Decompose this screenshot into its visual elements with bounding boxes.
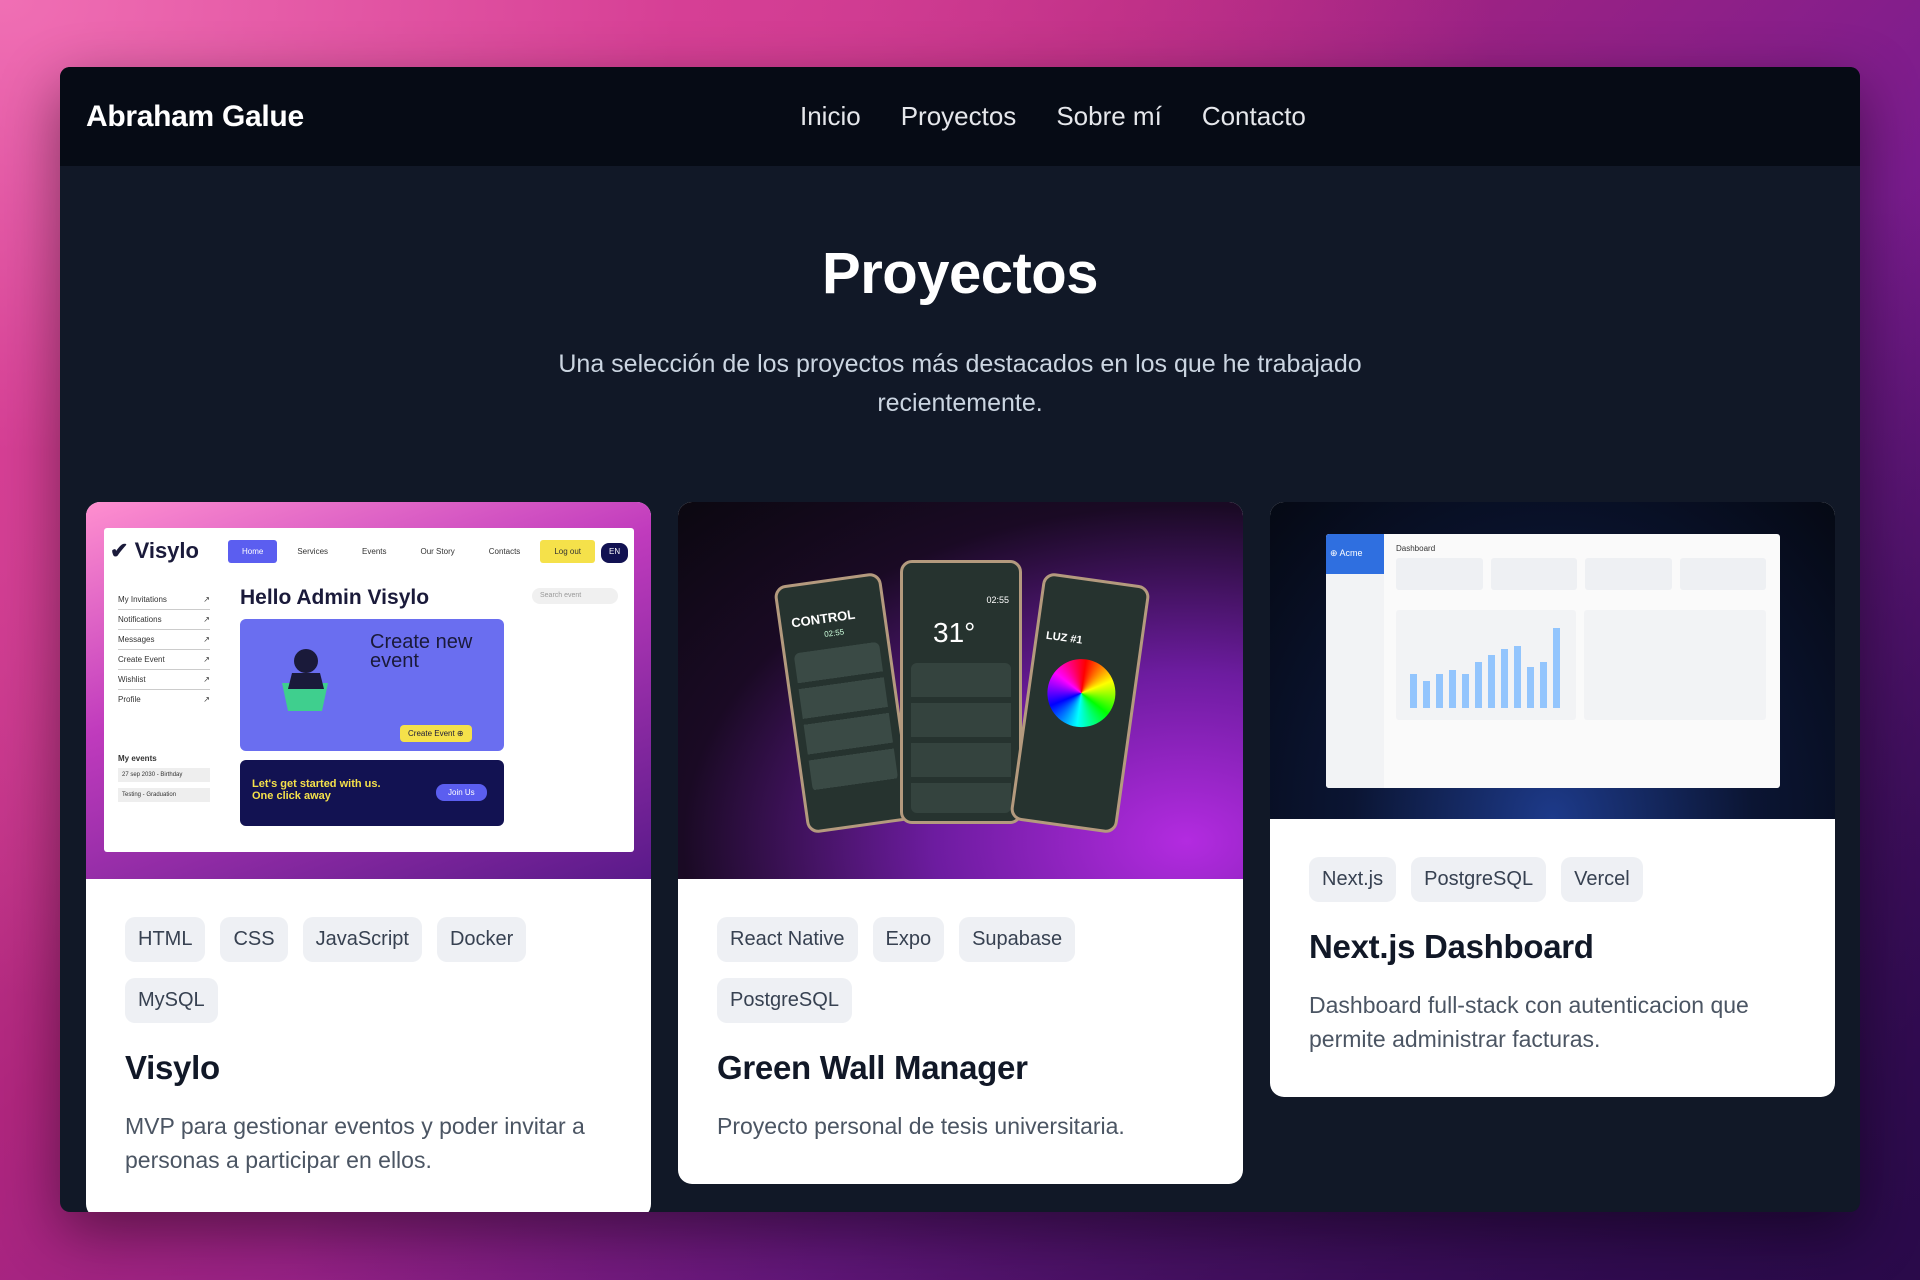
visylo-sidebar: My Invitations ↗ Notifications ↗ Messages ↗… — [118, 590, 210, 802]
tech-tag: Vercel — [1561, 857, 1643, 902]
phone-mockup-left: CONTROL 02:55 — [773, 571, 915, 835]
visylo-sidebar-item: Profile ↗ — [118, 695, 210, 704]
nav-link-contacto[interactable]: Contacto — [1202, 101, 1306, 132]
tech-tag: MySQL — [125, 978, 218, 1023]
phone-mockup-center: 02:55 31° — [900, 560, 1022, 824]
tech-tag: Docker — [436, 917, 527, 962]
page-title: Proyectos — [822, 241, 1098, 306]
project-cards: ✔ Visylo Home Services Events Our Story … — [86, 502, 1835, 1212]
visylo-create-button: Create Event ⊕ — [400, 725, 472, 742]
tech-tag: JavaScript — [302, 917, 422, 962]
dashboard-bar — [1423, 680, 1430, 708]
tech-tag: React Native — [717, 917, 858, 962]
tag-list: React Native Expo Supabase PostgreSQL — [717, 917, 1204, 1023]
tech-tag: Expo — [872, 917, 945, 962]
visylo-screenshot: ✔ Visylo Home Services Events Our Story … — [104, 528, 634, 852]
project-image-dashboard: ⊕ Acme Dashboard — [1270, 502, 1835, 819]
visylo-banner-text: Let's get started with us. One click awa… — [252, 778, 381, 802]
brand-logo[interactable]: Abraham Galue — [86, 100, 304, 134]
visylo-search: Search event — [532, 588, 618, 604]
visylo-nav-item: Contacts — [488, 547, 521, 556]
tag-list: Next.js PostgreSQL Vercel — [1309, 857, 1796, 902]
dashboard-latest-invoices — [1584, 610, 1766, 720]
project-title[interactable]: Visylo — [125, 1049, 612, 1087]
project-title[interactable]: Next.js Dashboard — [1309, 928, 1796, 966]
dashboard-bar — [1540, 662, 1547, 708]
dashboard-bar — [1501, 648, 1508, 708]
project-description: Proyecto personal de tesis universitaria… — [717, 1113, 1125, 1139]
visylo-create-title: Create new event — [370, 631, 473, 672]
visylo-greeting: Hello Admin Visylo — [240, 586, 430, 609]
project-card-green-wall[interactable]: CONTROL 02:55 02:55 31° LUZ #1 React Nat… — [678, 502, 1243, 1184]
visylo-sidebar-item: Wishlist ↗ — [118, 670, 210, 690]
visylo-my-events: My events — [118, 754, 157, 763]
visylo-event-item: Testing - Graduation — [118, 788, 210, 802]
browser-window: Abraham Galue Inicio Proyectos Sobre mí … — [60, 67, 1860, 1212]
tech-tag: Supabase — [959, 917, 1076, 962]
dashboard-revenue-chart — [1396, 610, 1576, 720]
dashboard-bar — [1410, 673, 1417, 708]
tech-tag: HTML — [125, 917, 206, 962]
dashboard-bar — [1436, 673, 1443, 708]
dashboard-bar — [1553, 628, 1560, 708]
phone-time: 02:55 — [986, 595, 1009, 605]
visylo-nav-item: Events — [362, 547, 387, 556]
nav-link-inicio[interactable]: Inicio — [800, 101, 861, 132]
visylo-nav-item: Log out — [540, 540, 596, 563]
tech-tag: Next.js — [1309, 857, 1397, 902]
project-image-green-wall: CONTROL 02:55 02:55 31° LUZ #1 — [678, 502, 1243, 879]
project-card-visylo[interactable]: ✔ Visylo Home Services Events Our Story … — [86, 502, 651, 1212]
dashboard-bar — [1527, 666, 1534, 708]
visylo-logo: ✔ Visylo — [110, 538, 199, 563]
nav-links: Inicio Proyectos Sobre mí Contacto — [800, 67, 1306, 166]
dashboard-bar — [1475, 662, 1482, 708]
dashboard-bar — [1449, 670, 1456, 708]
nav-link-sobre-mi[interactable]: Sobre mí — [1056, 101, 1162, 132]
dashboard-stat-cards — [1396, 558, 1766, 590]
navbar: Abraham Galue Inicio Proyectos Sobre mí … — [60, 67, 1860, 166]
page-subtitle: Una selección de los proyectos más desta… — [558, 350, 1362, 417]
visylo-sidebar-item: Notifications ↗ — [118, 610, 210, 630]
tech-tag: PostgreSQL — [1411, 857, 1547, 902]
visylo-nav: Home Services Events Our Story Contacts … — [228, 540, 629, 563]
dashboard-logo: ⊕ Acme — [1326, 534, 1384, 574]
card-body: React Native Expo Supabase PostgreSQL Gr… — [678, 879, 1243, 1184]
dashboard-bar — [1488, 655, 1495, 708]
card-body: HTML CSS JavaScript Docker MySQL Visylo … — [86, 879, 651, 1212]
project-card-nextjs-dashboard[interactable]: ⊕ Acme Dashboard Next.js PostgreSQL Verc… — [1270, 502, 1835, 1097]
visylo-sidebar-item: Messages ↗ — [118, 630, 210, 650]
nav-link-proyectos[interactable]: Proyectos — [901, 101, 1017, 132]
project-description: MVP para gestionar eventos y poder invit… — [125, 1113, 585, 1173]
phone-mockup-right: LUZ #1 — [1009, 571, 1151, 835]
visylo-illustration — [262, 643, 348, 713]
tech-tag: CSS — [220, 917, 288, 962]
visylo-sidebar-item: Create Event ↗ — [118, 650, 210, 670]
dashboard-bar — [1462, 673, 1469, 708]
dashboard-bar — [1514, 646, 1521, 708]
tech-tag: PostgreSQL — [717, 978, 852, 1023]
visylo-nav-item: Home — [228, 540, 278, 563]
tag-list: HTML CSS JavaScript Docker MySQL — [125, 917, 612, 1023]
visylo-sidebar-item: My Invitations ↗ — [118, 590, 210, 610]
visylo-join-button: Join Us — [436, 784, 487, 801]
dashboard-screenshot: ⊕ Acme Dashboard — [1326, 534, 1780, 788]
hero-section: Proyectos Una selección de los proyectos… — [60, 166, 1860, 423]
phone-screen-title: LUZ #1 — [1045, 629, 1084, 647]
dashboard-heading: Dashboard — [1396, 544, 1436, 553]
visylo-nav-item: EN — [601, 543, 629, 563]
project-image-visylo: ✔ Visylo Home Services Events Our Story … — [86, 502, 651, 879]
color-wheel — [1042, 654, 1120, 732]
visylo-nav-item: Services — [297, 547, 329, 556]
visylo-event-item: 27 sep 2030 - Birthday — [118, 768, 210, 782]
visylo-banner: Let's get started with us. One click awa… — [240, 760, 504, 826]
visylo-nav-item: Our Story — [420, 547, 455, 556]
card-body: Next.js PostgreSQL Vercel Next.js Dashbo… — [1270, 819, 1835, 1097]
project-description: Dashboard full-stack con autenticacion q… — [1309, 992, 1749, 1052]
phone-temperature: 31° — [933, 617, 976, 648]
visylo-create-card: Create new event Create Event ⊕ — [240, 619, 504, 751]
project-title[interactable]: Green Wall Manager — [717, 1049, 1204, 1087]
